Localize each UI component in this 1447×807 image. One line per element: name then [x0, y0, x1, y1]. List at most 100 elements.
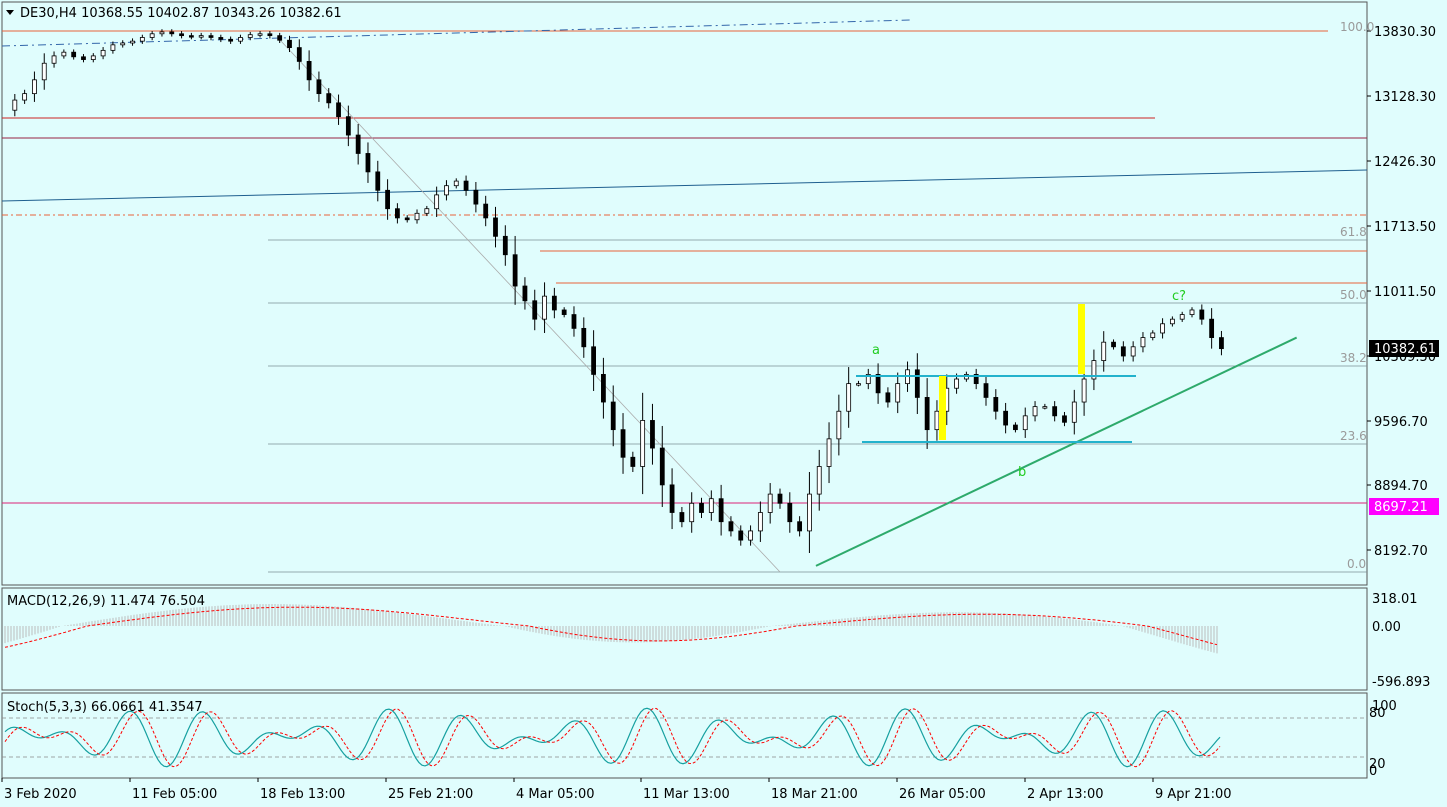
x-tick-label: 11 Feb 05:00 — [132, 787, 217, 802]
candle-body — [1052, 406, 1058, 417]
candle-body — [316, 79, 322, 95]
highlight-bar-2 — [1078, 304, 1085, 374]
candle-body — [228, 38, 234, 42]
channel-line — [1, 169, 1368, 202]
candle-body — [561, 309, 567, 315]
candle-body — [542, 295, 547, 320]
current-price-label: 10382.61 — [1374, 342, 1436, 357]
candle-body — [1081, 378, 1087, 403]
macd-tick-label: -596.893 — [1372, 675, 1430, 690]
candle-body — [198, 35, 204, 38]
chart-header: DE30,H4 10368.55 10402.87 10343.26 10382… — [20, 6, 342, 21]
candle-body — [375, 171, 381, 191]
x-tick-label: 26 Mar 05:00 — [899, 787, 986, 802]
candle-body — [463, 180, 469, 191]
candle-body — [640, 420, 646, 467]
candle-body — [689, 502, 695, 523]
x-tick-label: 25 Feb 21:00 — [388, 787, 473, 802]
candle-body — [954, 378, 959, 389]
candle-body — [1219, 337, 1224, 350]
symbol-dropdown-icon[interactable] — [6, 10, 14, 15]
x-tick-label: 9 Apr 21:00 — [1155, 787, 1232, 802]
x-tick-label: 18 Mar 21:00 — [771, 787, 858, 802]
candle-body — [22, 93, 28, 101]
candle-body — [32, 79, 37, 95]
fib-label-23-6: 23.6 — [1340, 429, 1367, 443]
candle-body — [601, 374, 606, 403]
main-panel-frame — [1, 1, 1368, 586]
candle-body — [875, 374, 881, 394]
candle-body — [826, 438, 832, 467]
candle-body — [797, 521, 803, 532]
candle-body — [856, 383, 861, 386]
y-tick-label: 8192.70 — [1374, 544, 1428, 559]
candle-body — [718, 498, 724, 523]
fib-label-100: 100.0 — [1340, 20, 1374, 34]
candle-body — [110, 44, 116, 51]
macd-panel-frame — [1, 587, 1368, 691]
candle-body — [444, 185, 449, 196]
fib-label-38-2: 38.2 — [1340, 351, 1367, 365]
candle-body — [650, 420, 655, 449]
candle-body — [1013, 424, 1018, 431]
candle-body — [1062, 415, 1067, 423]
wave-label-a: a — [872, 343, 880, 358]
level-price-label: 8697.21 — [1374, 500, 1428, 515]
candle-body — [816, 466, 822, 495]
candle-body — [336, 102, 341, 118]
candle-body — [532, 300, 538, 320]
candle-body — [404, 217, 410, 221]
trendline — [815, 336, 1298, 567]
candle-body — [767, 493, 773, 513]
fib-label-0: 0.0 — [1347, 557, 1366, 571]
candle-body — [81, 56, 86, 60]
fib-label-50: 50.0 — [1340, 288, 1367, 302]
candle-body — [208, 35, 214, 38]
candle-body — [1101, 341, 1107, 362]
stoch-title: Stoch(5,3,3) 66.0661 41.3547 — [7, 700, 203, 715]
candle-body — [1130, 346, 1136, 357]
candle-body — [296, 47, 302, 62]
candle-body — [473, 189, 479, 205]
candle-body — [777, 493, 783, 504]
candle-body — [1042, 406, 1048, 409]
candle-body — [100, 49, 106, 57]
candle-body — [924, 397, 930, 431]
candle-body — [983, 383, 989, 398]
candle-body — [345, 116, 351, 136]
candle-body — [1140, 337, 1146, 348]
stoch-main-line — [4, 707, 1221, 768]
x-tick-label: 18 Feb 13:00 — [260, 787, 345, 802]
candle-body — [169, 31, 175, 35]
macd-tick-label: 0.00 — [1372, 620, 1401, 635]
candle-body — [159, 31, 165, 35]
candle-body — [355, 134, 361, 154]
candle-body — [1189, 309, 1195, 315]
candle-body — [71, 51, 77, 58]
candle-body — [748, 530, 753, 541]
chart-window[interactable]: 13830.30 13128.30 12426.30 11713.50 11011.50… — [0, 0, 1447, 807]
x-tick-label: 11 Mar 13:00 — [643, 787, 730, 802]
x-tick-label: 2 Apr 13:00 — [1027, 787, 1104, 802]
y-tick-label: 8894.70 — [1374, 479, 1428, 494]
candle-body — [738, 530, 744, 541]
candle-body — [238, 37, 243, 42]
stoch-tick-label: 0 — [1369, 764, 1377, 779]
candle-body — [179, 33, 184, 37]
candle-body — [757, 512, 763, 532]
candle-body — [591, 346, 596, 375]
candle-body — [287, 39, 292, 48]
candle-body — [1209, 318, 1215, 338]
candle-body — [1120, 346, 1126, 357]
dashed-channel-line — [1, 19, 911, 47]
candle-body — [610, 401, 616, 431]
price-chart[interactable]: 13830.30 13128.30 12426.30 11713.50 11011.50… — [0, 0, 1447, 807]
wave-label-c: c? — [1172, 289, 1186, 304]
candle-body — [90, 55, 96, 60]
candle-body — [846, 383, 852, 412]
candle-body — [120, 42, 126, 46]
candle-body — [424, 208, 430, 214]
candle-body — [787, 502, 793, 523]
x-tick-label: 4 Mar 05:00 — [516, 787, 595, 802]
candle-body — [130, 40, 135, 44]
